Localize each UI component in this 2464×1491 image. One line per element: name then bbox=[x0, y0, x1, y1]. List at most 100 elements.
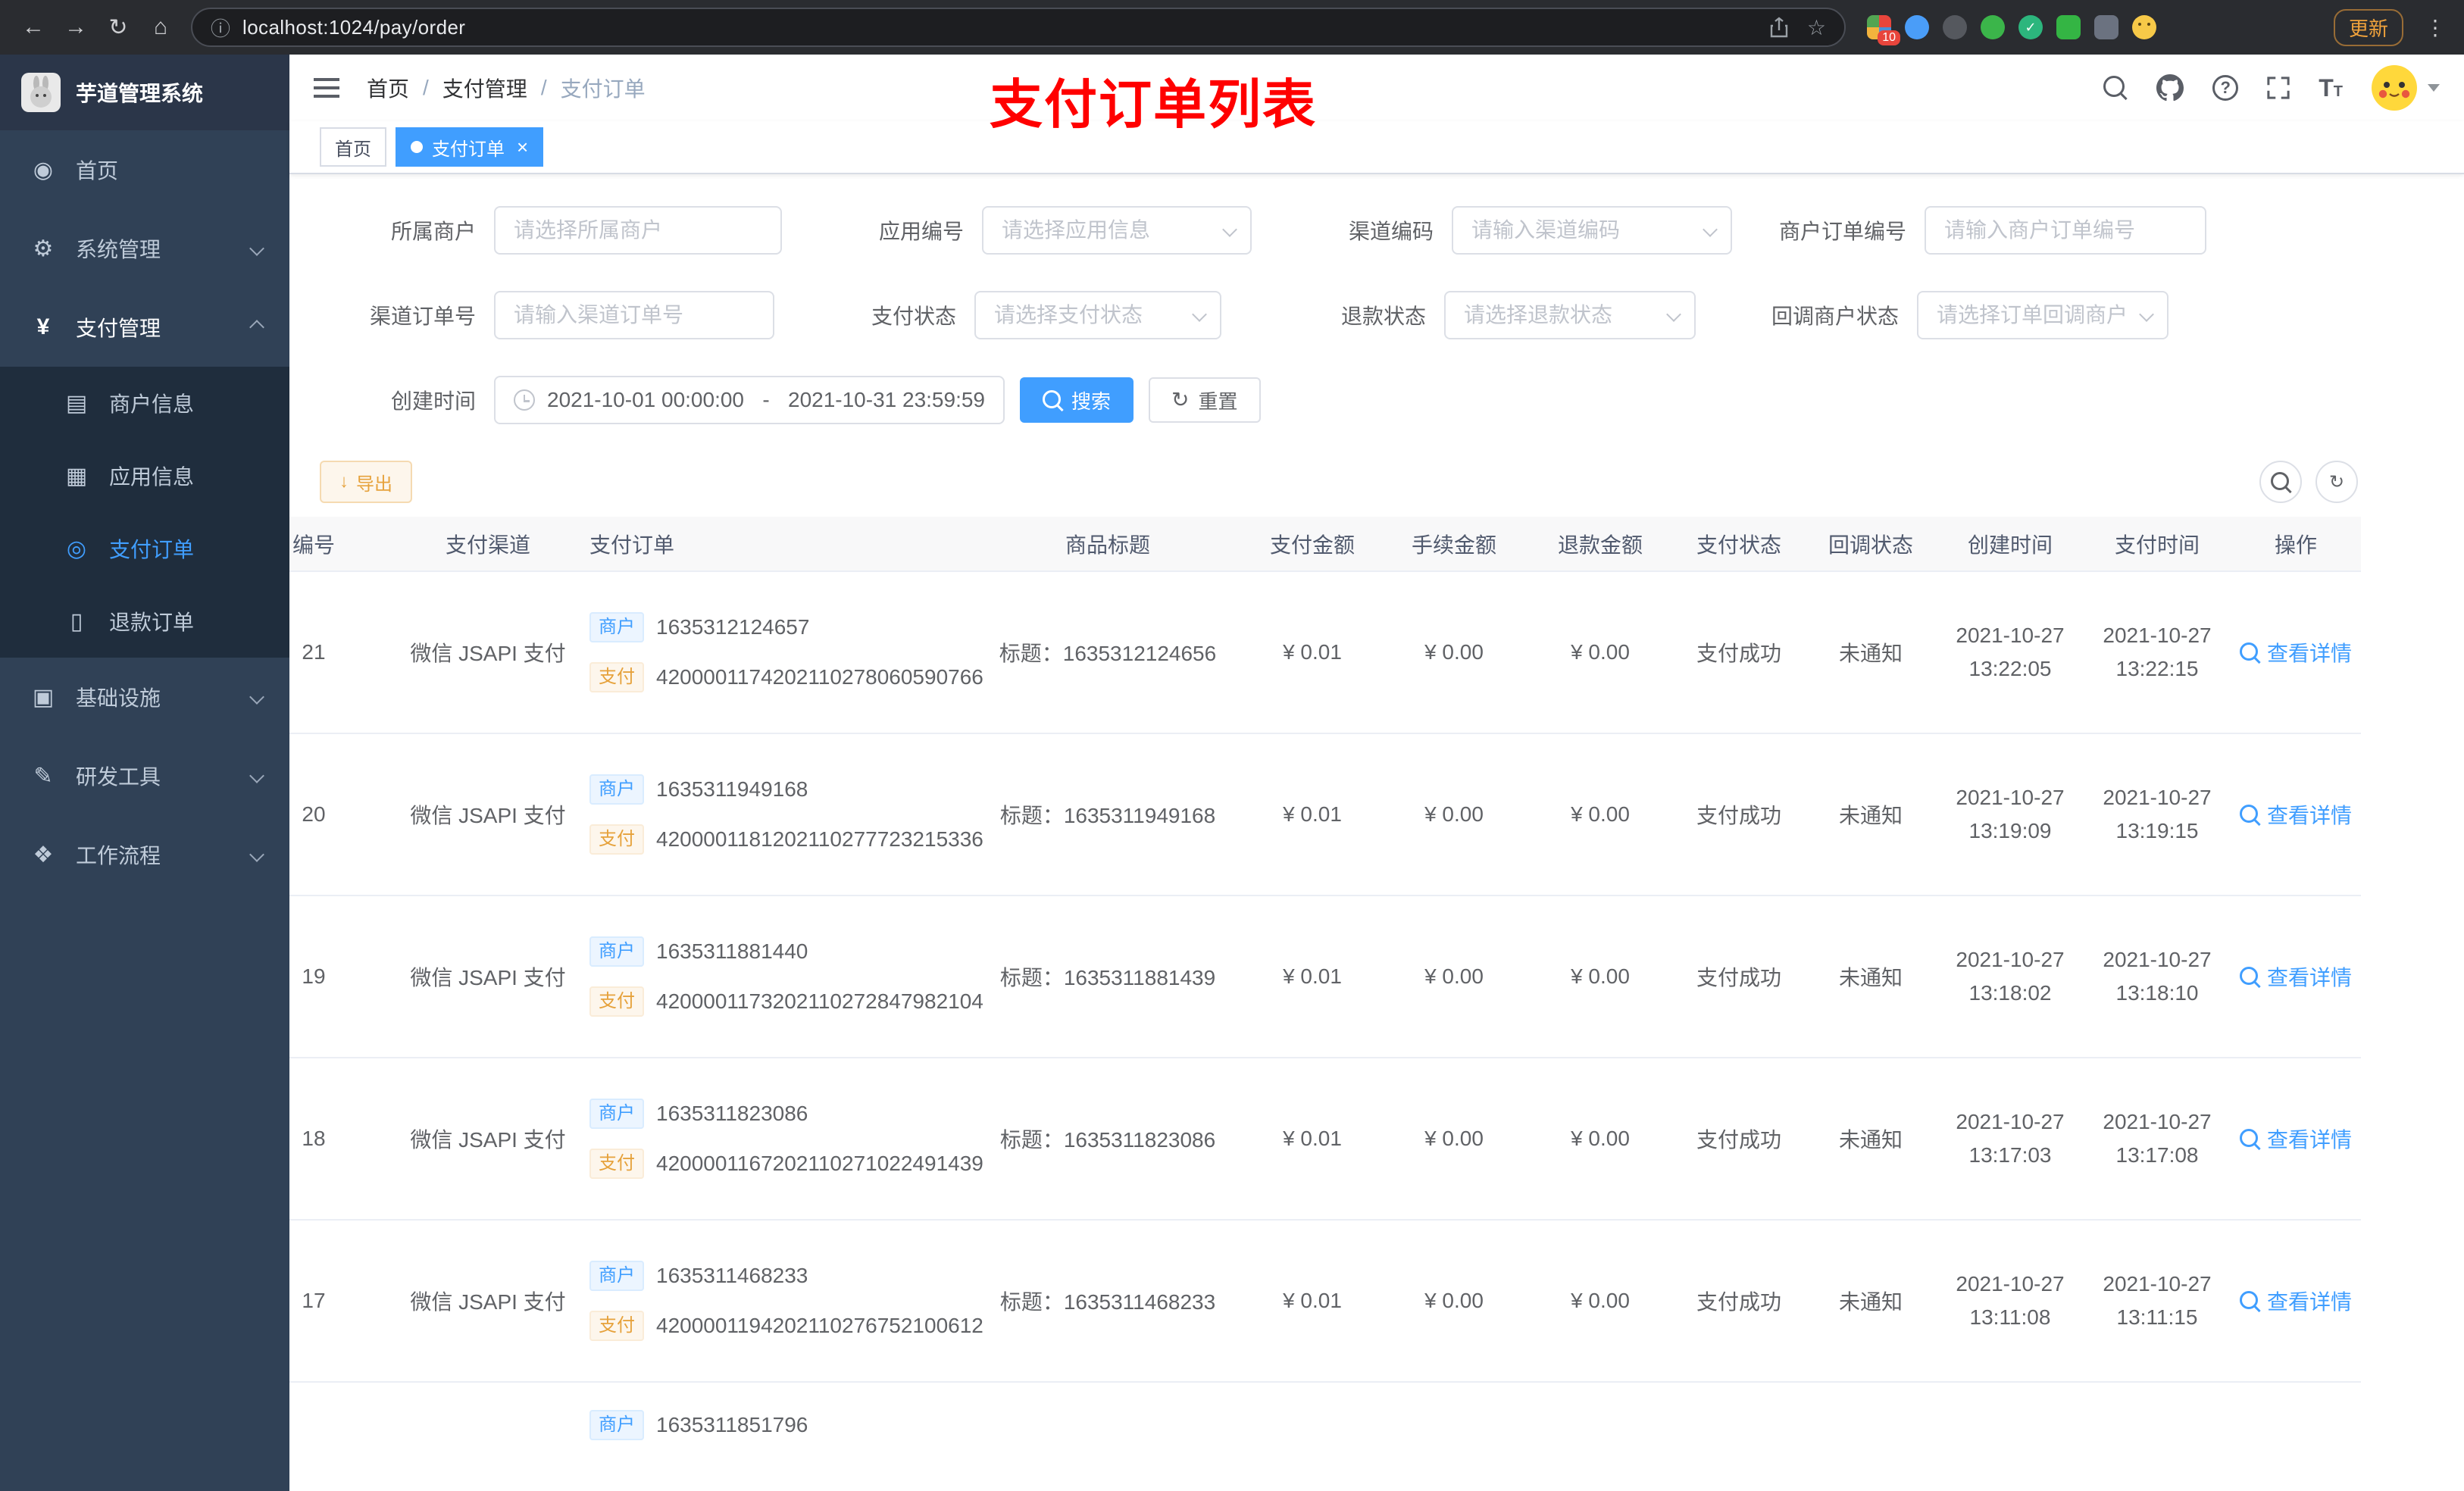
extension-slate-icon[interactable] bbox=[2094, 15, 2118, 39]
clock-icon bbox=[514, 389, 535, 411]
home-icon[interactable]: ⌂ bbox=[139, 6, 182, 48]
page-content: 所属商户 应用编号 渠道编码 bbox=[289, 174, 2464, 1491]
app-title: 芋道管理系统 bbox=[76, 82, 204, 105]
top-navbar: 首页 / 支付管理 / 支付订单 支付订单列表 ? TT bbox=[289, 55, 2464, 134]
cell-amount: ¥ 0.01 bbox=[1244, 896, 1381, 1058]
extension-drop-icon[interactable] bbox=[1905, 15, 1929, 39]
sidebar-item-system[interactable]: ⚙ 系统管理 bbox=[0, 209, 289, 288]
tab-pay-order[interactable]: 支付订单 × bbox=[396, 127, 544, 167]
view-detail-link[interactable]: 查看详情 bbox=[2239, 637, 2352, 667]
sidebar-item-payment[interactable]: ¥ 支付管理 bbox=[0, 288, 289, 367]
tab-home[interactable]: 首页 bbox=[320, 127, 386, 167]
channel-order-no-input[interactable] bbox=[494, 291, 774, 339]
font-size-icon[interactable]: TT bbox=[2319, 74, 2343, 102]
reset-button[interactable]: ↻ 重置 bbox=[1149, 377, 1261, 423]
breadcrumb-home[interactable]: 首页 bbox=[367, 73, 409, 103]
extension-grid-icon[interactable]: 10 bbox=[1867, 15, 1900, 45]
cell-order-no: 商户 1635312124657 支付 42000011742021102780… bbox=[571, 571, 983, 734]
cell-order-no: 商户 1635311468233 支付 42000011942021102767… bbox=[571, 1220, 983, 1383]
extension-dark-icon[interactable] bbox=[1943, 15, 1967, 39]
sidebar-item-workflow[interactable]: ❖ 工作流程 bbox=[0, 815, 289, 894]
diamond-icon: ❖ bbox=[33, 842, 54, 867]
extension-chat-icon[interactable] bbox=[2056, 15, 2081, 39]
sidebar-item-app-info[interactable]: ▦ 应用信息 bbox=[0, 439, 289, 512]
cell-refund: ¥ 0.00 bbox=[1527, 571, 1673, 734]
cell-title: 标题：1635311949168 bbox=[971, 733, 1244, 896]
pay-status-select[interactable] bbox=[974, 291, 1221, 339]
sidebar: 芋道管理系统 ◉ 首页 ⚙ 系统管理 ¥ 支付管理 ▤ 商户信息 ▦ 应用信息 … bbox=[0, 55, 289, 1491]
cell-amount: ¥ 0.01 bbox=[1244, 1058, 1381, 1221]
merchant-tag: 商户 bbox=[589, 774, 644, 805]
chevron-down-icon bbox=[249, 847, 264, 862]
site-info-icon[interactable]: ⓘ bbox=[211, 14, 230, 42]
table-header-row: 编号 支付渠道 支付订单 商品标题 支付金额 手续金额 退款金额 支付状态 回调… bbox=[289, 517, 2361, 572]
toggle-search-button[interactable] bbox=[2259, 461, 2302, 503]
view-detail-link[interactable]: 查看详情 bbox=[2239, 961, 2352, 992]
browser-window: ← → ↻ ⌂ ⓘ localhost:1024/pay/order ☆ 10 … bbox=[0, 0, 2464, 1491]
chevron-down-icon bbox=[2139, 307, 2154, 322]
view-detail-link[interactable]: 查看详情 bbox=[2239, 799, 2352, 830]
cell-fee: ¥ 0.00 bbox=[1381, 1058, 1527, 1221]
help-icon[interactable]: ? bbox=[2212, 75, 2239, 101]
caret-down-icon bbox=[2428, 84, 2440, 92]
user-menu[interactable] bbox=[2372, 65, 2440, 111]
breadcrumb-section[interactable]: 支付管理 bbox=[442, 73, 527, 103]
pay-tag: 支付 bbox=[589, 1149, 644, 1179]
refund-status-select[interactable] bbox=[1444, 291, 1696, 339]
merchant-tag: 商户 bbox=[589, 1099, 644, 1129]
cell-id: 17 bbox=[289, 1220, 405, 1383]
sidebar-item-home[interactable]: ◉ 首页 bbox=[0, 130, 289, 209]
channel-code-input[interactable] bbox=[1452, 206, 1732, 255]
fullscreen-icon[interactable] bbox=[2267, 77, 2290, 99]
sidebar-item-refund-order[interactable]: ▯ 退款订单 bbox=[0, 585, 289, 658]
search-button[interactable]: 搜索 bbox=[1020, 377, 1134, 423]
sidebar-item-infrastructure[interactable]: ▣ 基础设施 bbox=[0, 658, 289, 736]
table-row: 19 微信 JSAPI 支付 商户 1635311881440 支付 42000… bbox=[289, 896, 2361, 1058]
create-time-range[interactable]: 2021-10-01 00:00:00 - 2021-10-31 23:59:5… bbox=[494, 376, 1005, 424]
merchant-order-no-input[interactable] bbox=[1925, 206, 2206, 255]
cell-create-time: 2021-10-27 13:11:08 bbox=[1937, 1220, 2084, 1383]
back-icon[interactable]: ← bbox=[12, 6, 55, 48]
forward-icon[interactable]: → bbox=[55, 6, 97, 48]
app-select[interactable] bbox=[982, 206, 1252, 255]
extension-green-icon[interactable] bbox=[1981, 15, 2005, 39]
view-detail-link[interactable]: 查看详情 bbox=[2239, 1124, 2352, 1154]
pencil-icon: ✎ bbox=[33, 763, 53, 789]
bookmark-star-icon[interactable]: ☆ bbox=[1807, 15, 1826, 40]
cell-amount: ¥ 0.01 bbox=[1244, 571, 1381, 734]
monitor-icon: ▣ bbox=[32, 684, 55, 710]
export-button[interactable]: ↓ 导出 bbox=[320, 461, 412, 503]
sidebar-item-dev-tools[interactable]: ✎ 研发工具 bbox=[0, 736, 289, 815]
notify-status-select[interactable] bbox=[1917, 291, 2169, 339]
view-detail-link[interactable]: 查看详情 bbox=[2239, 1286, 2352, 1316]
extension-face-icon[interactable] bbox=[2132, 15, 2156, 39]
cell-title: 标题：1635311881439 bbox=[971, 896, 1244, 1058]
logo-image bbox=[21, 73, 61, 112]
github-icon[interactable] bbox=[2156, 74, 2184, 102]
merchant-select[interactable] bbox=[494, 206, 782, 255]
sidebar-item-merchant-info[interactable]: ▤ 商户信息 bbox=[0, 367, 289, 439]
close-icon[interactable]: × bbox=[517, 137, 528, 157]
sidebar-item-pay-order[interactable]: ◎ 支付订单 bbox=[0, 512, 289, 585]
browser-update-button[interactable]: 更新 bbox=[2333, 8, 2403, 46]
table-row: 20 微信 JSAPI 支付 商户 1635311949168 支付 42000… bbox=[289, 733, 2361, 896]
browser-menu-icon[interactable]: ⋮ bbox=[2419, 15, 2452, 40]
cell-fee: ¥ 0.00 bbox=[1381, 1220, 1527, 1383]
extension-check-icon[interactable]: ✓ bbox=[2018, 15, 2043, 39]
cell-channel: 微信 JSAPI 支付 bbox=[405, 896, 571, 1058]
grid-icon: ▦ bbox=[65, 463, 88, 489]
document-icon: ▯ bbox=[70, 608, 83, 634]
cell-id: 18 bbox=[289, 1058, 405, 1221]
hamburger-icon[interactable] bbox=[314, 78, 339, 98]
logo[interactable]: 芋道管理系统 bbox=[0, 55, 289, 130]
cell-create-time: 2021-10-27 13:19:09 bbox=[1937, 733, 2084, 896]
share-icon[interactable] bbox=[1769, 17, 1789, 38]
pay-tag: 支付 bbox=[589, 662, 644, 692]
search-icon[interactable] bbox=[2103, 76, 2128, 100]
reload-icon[interactable]: ↻ bbox=[97, 6, 139, 48]
chevron-down-icon bbox=[249, 689, 264, 705]
cell-id: 20 bbox=[289, 733, 405, 896]
cell-action: 查看详情 bbox=[2231, 571, 2361, 734]
refresh-table-button[interactable]: ↻ bbox=[2315, 461, 2358, 503]
address-bar[interactable]: ⓘ localhost:1024/pay/order ☆ bbox=[191, 8, 1846, 47]
